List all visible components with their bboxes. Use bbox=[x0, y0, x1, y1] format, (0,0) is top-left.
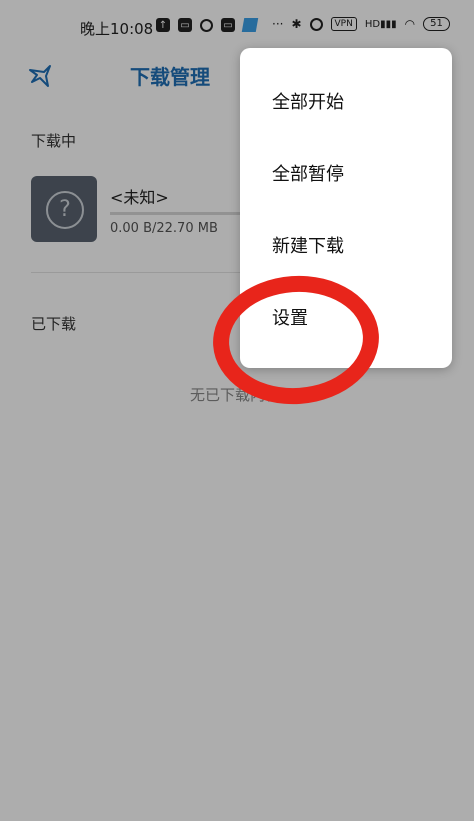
menu-item-label: 新建下载 bbox=[272, 236, 344, 257]
menu-item-label: 全部暂停 bbox=[272, 164, 344, 185]
menu-item-new-download[interactable]: 新建下载 bbox=[240, 210, 452, 282]
menu-item-pause-all[interactable]: 全部暂停 bbox=[240, 138, 452, 210]
menu-item-start-all[interactable]: 全部开始 bbox=[240, 66, 452, 138]
menu-item-label: 全部开始 bbox=[272, 92, 344, 113]
